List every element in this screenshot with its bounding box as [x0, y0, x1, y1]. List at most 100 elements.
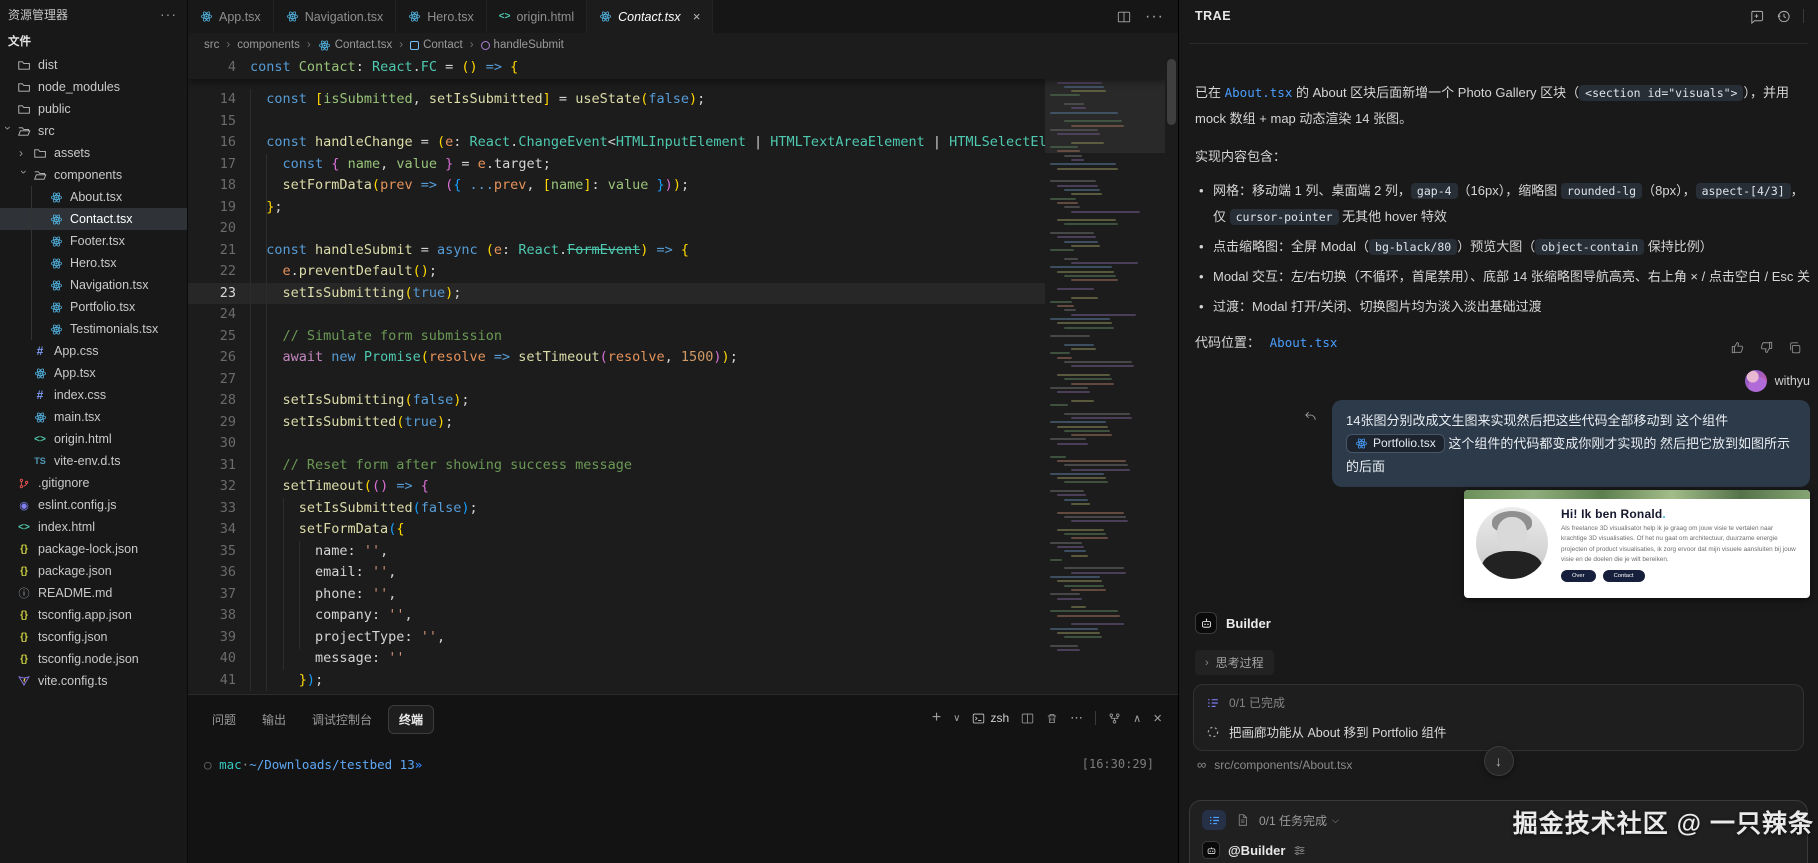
code-line[interactable]: 40 message: '': [188, 648, 1165, 670]
file-tree-item[interactable]: #index.css: [0, 384, 187, 406]
file-tree-item[interactable]: main.tsx: [0, 406, 187, 428]
file-tree-item[interactable]: ›components: [0, 164, 187, 186]
file-tree-item[interactable]: ›assets: [0, 142, 187, 164]
file-tree-item[interactable]: Hero.tsx: [0, 252, 187, 274]
code-line[interactable]: 36 email: '',: [188, 562, 1165, 584]
code-line[interactable]: 19 };: [188, 197, 1165, 219]
breadcrumb-item[interactable]: Contact: [410, 39, 463, 51]
file-tree-item[interactable]: .gitignore: [0, 472, 187, 494]
document-icon[interactable]: [1236, 813, 1249, 827]
file-tree-item[interactable]: vite.config.ts: [0, 670, 187, 692]
file-tree-item[interactable]: dist: [0, 54, 187, 76]
code-line[interactable]: 16 const handleChange = (e: React.Change…: [188, 132, 1165, 154]
file-tree-item[interactable]: <>origin.html: [0, 428, 187, 450]
todo-card[interactable]: 0/1 已完成 把画廊功能从 About 移到 Portfolio 组件: [1193, 684, 1804, 751]
user-message-bubble[interactable]: 14张图分别改成文生图来实现然后把这些代码全部移动到 这个组件 Portfoli…: [1332, 400, 1810, 487]
editor-scrollbar[interactable]: [1167, 59, 1176, 125]
code-line[interactable]: 34 setFormData({: [188, 519, 1165, 541]
file-tree-item[interactable]: TSvite-env.d.ts: [0, 450, 187, 472]
file-tree-item[interactable]: <>index.html: [0, 516, 187, 538]
file-tree-item[interactable]: {}tsconfig.node.json: [0, 648, 187, 670]
close-tab-icon[interactable]: ×: [693, 9, 701, 24]
code-line[interactable]: 39 projectType: '',: [188, 627, 1165, 649]
terminal-more-icon[interactable]: ⋯: [1070, 710, 1083, 726]
attached-image[interactable]: Hi! Ik ben Ronald. Als freelance 3D visu…: [1464, 490, 1810, 598]
history-icon[interactable]: [1776, 9, 1791, 24]
code-line[interactable]: 25 // Simulate form submission: [188, 326, 1165, 348]
minimap[interactable]: [1045, 57, 1165, 694]
file-tree-item[interactable]: About.tsx: [0, 186, 187, 208]
new-chat-icon[interactable]: [1749, 9, 1764, 24]
editor-tab[interactable]: App.tsx: [188, 0, 274, 33]
settings-sliders-icon[interactable]: [1293, 844, 1306, 857]
editor-tab[interactable]: Hero.tsx: [396, 0, 487, 33]
shell-chip[interactable]: zsh: [972, 711, 1009, 725]
breadcrumb-item[interactable]: Contact.tsx: [318, 39, 393, 52]
thumbs-up-icon[interactable]: [1730, 340, 1745, 355]
file-tree-item[interactable]: Footer.tsx: [0, 230, 187, 252]
code-line[interactable]: 27: [188, 369, 1165, 391]
undo-to-message-icon[interactable]: [1303, 408, 1318, 423]
editor-tab[interactable]: Contact.tsx×: [587, 0, 713, 33]
explorer-more-icon[interactable]: ···: [160, 6, 177, 22]
file-tree-item[interactable]: {}tsconfig.app.json: [0, 604, 187, 626]
code-line[interactable]: 21 const handleSubmit = async (e: React.…: [188, 240, 1165, 262]
breadcrumb[interactable]: src›components›Contact.tsx›Contact›handl…: [188, 33, 1178, 57]
copy-icon[interactable]: [1788, 340, 1802, 355]
explorer-section-header[interactable]: 文件: [0, 28, 187, 54]
file-link[interactable]: About.tsx: [1225, 85, 1293, 100]
split-editor-icon[interactable]: [1117, 10, 1131, 24]
file-tree-item[interactable]: {}package-lock.json: [0, 538, 187, 560]
file-tree-item[interactable]: ◉eslint.config.js: [0, 494, 187, 516]
code-line[interactable]: 28 setIsSubmitting(false);: [188, 390, 1165, 412]
file-tree-item[interactable]: {}tsconfig.json: [0, 626, 187, 648]
terminal-tab[interactable]: 问题: [202, 706, 246, 733]
code-line[interactable]: 17 const { name, value } = e.target;: [188, 154, 1165, 176]
code-line[interactable]: 14 const [isSubmitted, setIsSubmitted] =…: [188, 89, 1165, 111]
code-line[interactable]: 18 setFormData(prev => ({ ...prev, [name…: [188, 175, 1165, 197]
file-tree-item[interactable]: Portfolio.tsx: [0, 296, 187, 318]
file-tree-item[interactable]: node_modules: [0, 76, 187, 98]
file-tree-item[interactable]: Contact.tsx: [0, 208, 187, 230]
code-line[interactable]: 24: [188, 304, 1165, 326]
code-line[interactable]: 26 await new Promise(resolve => setTimeo…: [188, 347, 1165, 369]
panel-close-icon[interactable]: ×: [1153, 710, 1162, 727]
breadcrumb-item[interactable]: handleSubmit: [481, 39, 564, 51]
file-reference-chip[interactable]: Portfolio.tsx: [1346, 434, 1445, 453]
split-terminal-icon[interactable]: [1021, 712, 1034, 725]
code-line[interactable]: 20: [188, 218, 1165, 240]
code-line[interactable]: 29 setIsSubmitted(true);: [188, 412, 1165, 434]
chat-input-box[interactable]: 0/1 任务完成⌵ @Builder: [1189, 800, 1808, 863]
terminal-prompt[interactable]: ○ mac·~/Downloads/testbed 13»: [204, 757, 422, 772]
agent-mention[interactable]: @Builder: [1228, 843, 1285, 858]
code-line[interactable]: 31 // Reset form after showing success m…: [188, 455, 1165, 477]
tasks-toggle-button[interactable]: [1202, 810, 1226, 830]
breadcrumb-item[interactable]: src: [204, 39, 219, 51]
file-tree-item[interactable]: public: [0, 98, 187, 120]
panel-maximize-icon[interactable]: ∧: [1133, 712, 1141, 725]
code-line[interactable]: 37 phone: '',: [188, 584, 1165, 606]
code-line[interactable]: 15: [188, 111, 1165, 133]
editor-more-icon[interactable]: ···: [1145, 8, 1164, 26]
scroll-to-bottom-button[interactable]: ↓: [1484, 746, 1514, 776]
terminal-new-dropdown-icon[interactable]: ∨: [953, 713, 960, 724]
code-line[interactable]: 30: [188, 433, 1165, 455]
file-tree-item[interactable]: ›src: [0, 120, 187, 142]
terminal-tab[interactable]: 调试控制台: [302, 706, 382, 733]
file-tree-item[interactable]: Testimonials.tsx: [0, 318, 187, 340]
editor-tab[interactable]: <>origin.html: [487, 0, 587, 33]
file-tree-item[interactable]: ⓘREADME.md: [0, 582, 187, 604]
code-line[interactable]: 23 setIsSubmitting(true);: [188, 283, 1165, 305]
code-line[interactable]: 22 e.preventDefault();: [188, 261, 1165, 283]
code-line[interactable]: 33 setIsSubmitted(false);: [188, 498, 1165, 520]
file-tree-item[interactable]: App.tsx: [0, 362, 187, 384]
file-tree-item[interactable]: #App.css: [0, 340, 187, 362]
terminal-tab[interactable]: 终端: [388, 705, 434, 734]
panel-layout-icon[interactable]: [1108, 712, 1121, 725]
code-editor[interactable]: 4const Contact: React.FC = () => { 14 co…: [188, 57, 1165, 694]
file-tree-item[interactable]: {}package.json: [0, 560, 187, 582]
code-line[interactable]: 38 company: '',: [188, 605, 1165, 627]
code-line[interactable]: 32 setTimeout(() => {: [188, 476, 1165, 498]
thumbs-down-icon[interactable]: [1759, 340, 1774, 355]
breadcrumb-item[interactable]: components: [237, 39, 300, 51]
